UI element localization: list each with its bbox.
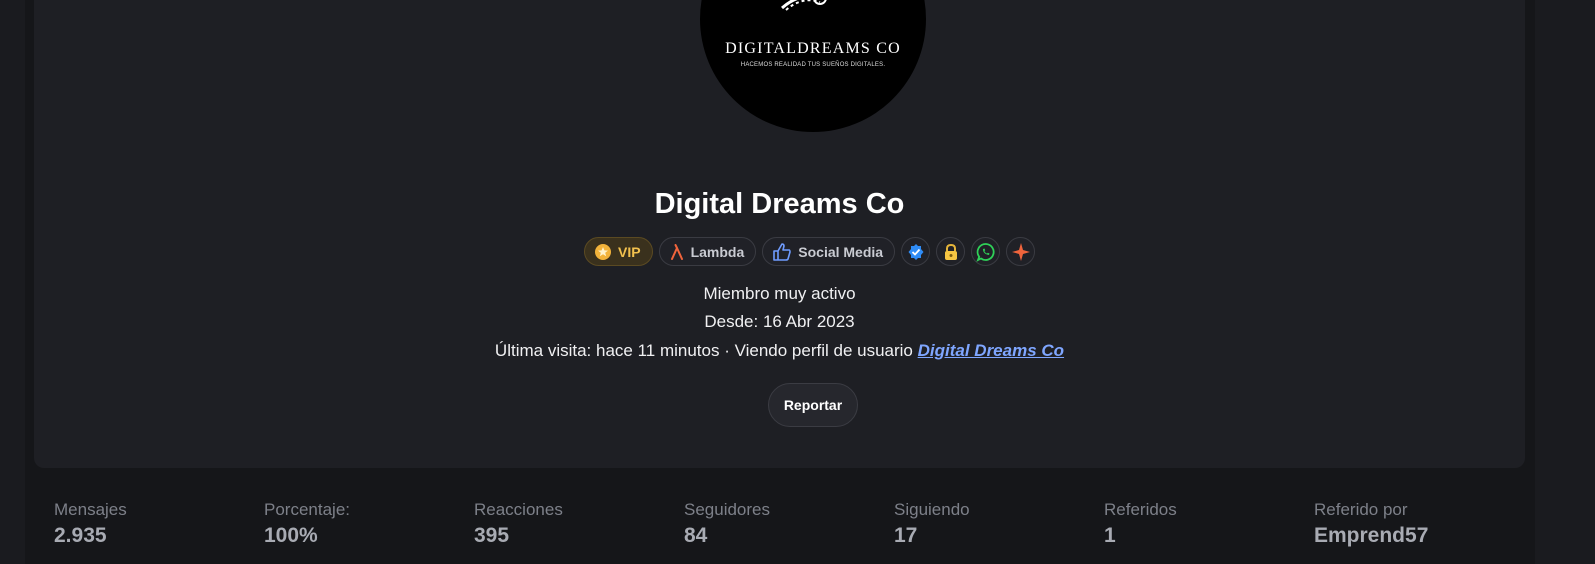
stat-label: Mensajes (54, 500, 127, 519)
stat-value: 395 (474, 524, 510, 547)
badge-verified[interactable] (901, 237, 931, 266)
badge-row: VIP Lambda Social Media (584, 237, 1036, 266)
badge-social-media-label: Social Media (798, 243, 884, 260)
stat-value: 84 (684, 524, 708, 547)
thumbs-up-icon (773, 242, 792, 261)
badge-vip[interactable]: VIP (584, 237, 653, 266)
last-visit: Última visita: hace 11 minutos · Viendo … (34, 341, 1525, 361)
badge-sparkle[interactable] (1006, 237, 1036, 266)
stat-label: Reacciones (474, 500, 563, 519)
stat-value: 2.935 (54, 524, 107, 547)
stat-label: Siguiendo (894, 500, 970, 519)
film-reel-icon (781, 0, 827, 11)
avatar-tagline: HACEMOS REALIDAD TUS SUEÑOS DIGITALES. (740, 62, 886, 68)
stat-value: 17 (894, 524, 918, 547)
member-rank: Miembro muy activo (703, 284, 856, 303)
stat-seguidores[interactable]: Seguidores 84 (684, 500, 770, 550)
stat-value: Emprend57 (1314, 524, 1429, 547)
avatar[interactable]: DIGITALDREAMS CO HACEMOS REALIDAD TUS SU… (700, 0, 926, 132)
stat-referidos[interactable]: Referidos 1 (1104, 500, 1177, 550)
star-coin-icon (595, 243, 611, 260)
stat-label: Referido por (1314, 500, 1408, 519)
lambda-icon (670, 243, 683, 260)
sparkle-icon (1011, 242, 1030, 261)
whatsapp-icon (975, 242, 995, 262)
profile-card: DIGITALDREAMS CO HACEMOS REALIDAD TUS SU… (34, 0, 1525, 468)
stat-mensajes[interactable]: Mensajes 2.935 (54, 500, 127, 550)
badge-lock[interactable] (936, 237, 966, 266)
avatar-brand: DIGITALDREAMS CO (725, 40, 901, 57)
profile-name: Digital Dreams Co (654, 188, 905, 220)
badge-social-media[interactable]: Social Media (762, 237, 896, 266)
stat-label: Seguidores (684, 500, 771, 519)
badge-vip-label: VIP (618, 243, 641, 260)
report-button[interactable]: Reportar (768, 383, 858, 427)
badge-lambda[interactable]: Lambda (658, 237, 757, 266)
stat-reacciones[interactable]: Reacciones 395 (474, 500, 563, 550)
lock-icon (944, 243, 957, 260)
last-visit-text: Última visita: hace 11 minutos · Viendo … (494, 341, 918, 360)
last-visit-link[interactable]: Digital Dreams Co (918, 341, 1064, 360)
stat-label: Referidos (1104, 500, 1177, 519)
stat-referido-por[interactable]: Referido por Emprend57 (1314, 500, 1428, 550)
stat-value: 100% (264, 524, 318, 547)
stat-porcentaje: Porcentaje: 100% (264, 500, 350, 550)
verified-check-icon (908, 243, 924, 260)
stat-label: Porcentaje: (264, 500, 350, 519)
stat-value: 1 (1104, 524, 1116, 547)
badge-lambda-label: Lambda (690, 243, 745, 260)
badge-whatsapp[interactable] (971, 237, 1001, 266)
stat-siguiendo[interactable]: Siguiendo 17 (894, 500, 970, 550)
member-since: Desde: 16 Abr 2023 (704, 312, 855, 331)
